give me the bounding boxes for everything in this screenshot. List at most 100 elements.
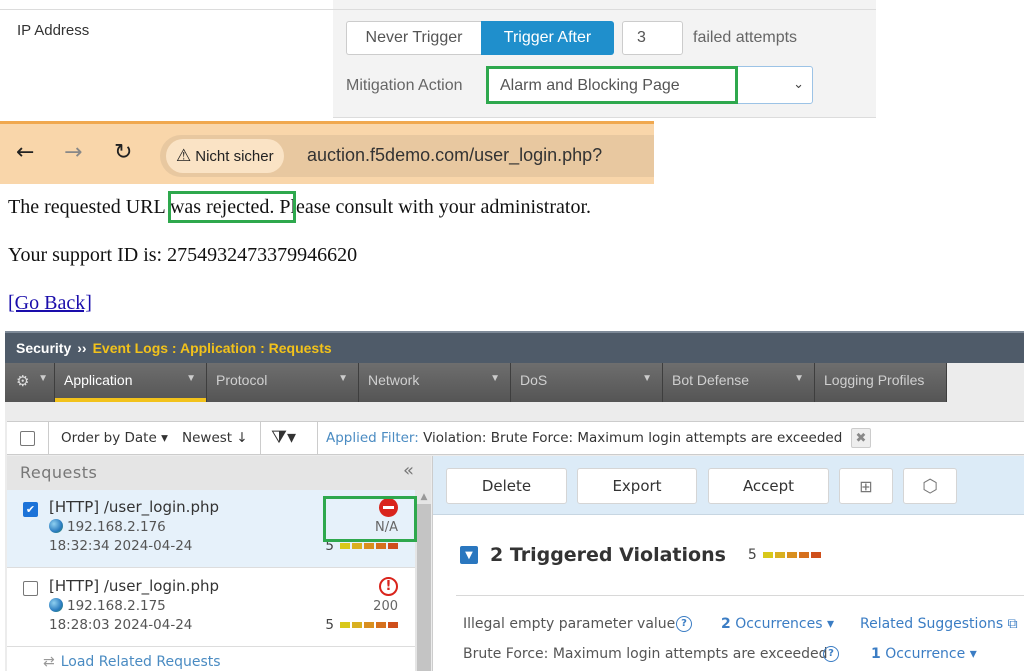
divider [333, 117, 876, 118]
mitigation-action-select[interactable]: Alarm and Blocking Page ⌄ [486, 66, 813, 104]
support-id-text: Your support ID is: 2754932473379946620 [8, 244, 358, 266]
delete-button[interactable]: Delete [446, 468, 567, 504]
breadcrumb-root[interactable]: Security [16, 340, 71, 356]
order-by-dropdown[interactable]: Order by Date ▾ [61, 430, 168, 446]
collapse-panel-icon[interactable]: « [403, 460, 414, 481]
severity-bar [340, 622, 398, 628]
url-text[interactable]: auction.f5demo.com/user_login.php? [307, 145, 602, 166]
warning-triangle-icon: ⚠ [176, 146, 192, 165]
help-icon[interactable]: ? [676, 616, 692, 632]
caret-down-icon: ▼ [490, 373, 500, 384]
related-suggestions-link[interactable]: Related Suggestions ⧉ [860, 616, 1018, 632]
tab-bot-defense[interactable]: Bot Defense ▼ [663, 363, 815, 402]
add-comment-button[interactable]: ⊞ [839, 468, 893, 504]
tab-dos[interactable]: DoS ▼ [511, 363, 663, 402]
trigger-after-button[interactable]: Trigger After [481, 21, 614, 55]
severity-segment [810, 552, 821, 558]
divider [456, 595, 1024, 596]
severity-segment [774, 552, 785, 558]
tab-bar: ⚙ ▼ Application ▼ Protocol ▼ Network ▼ D… [5, 363, 947, 402]
rejection-text-highlighted: L was rejected. [153, 196, 275, 218]
tab-settings[interactable]: ⚙ ▼ [5, 363, 55, 402]
load-related-label: Load Related Requests [60, 654, 221, 670]
violation-rating: 5 [748, 547, 821, 563]
occurrences-dropdown[interactable]: 1 Occurrence ▾ [871, 646, 977, 662]
request-ip-value: 192.168.2.176 [67, 519, 166, 535]
caret-down-icon: ▼ [338, 373, 348, 384]
occurrence-label: Occurrences ▾ [730, 616, 835, 632]
request-ip-value: 192.168.2.175 [67, 598, 166, 614]
gear-icon: ⚙ [16, 373, 30, 390]
swap-arrows-icon: ⇄ [43, 654, 55, 670]
severity-segment [340, 543, 350, 549]
breadcrumb-text: Security ›› Event Logs : Application : Req… [16, 340, 332, 356]
security-indicator[interactable]: ⚠ Nicht sicher [166, 139, 284, 173]
scroll-up-icon[interactable]: ▲ [417, 490, 431, 504]
occurrences-dropdown[interactable]: 2 Occurrences ▾ [721, 616, 834, 632]
blocked-icon [379, 498, 398, 517]
tab-label: DoS [520, 372, 548, 388]
collapse-toggle-icon[interactable]: ▼ [460, 546, 478, 564]
violations-header: ▼ 2 Triggered Violations 5 [460, 544, 821, 566]
applied-filter: Applied Filter: Violation: Brute Force: … [326, 430, 842, 446]
request-detail-panel: Delete Export Accept ⊞ ⬡ ▼ 2 Triggered V… [432, 456, 1024, 671]
breadcrumb-path: Event Logs : Application : Requests [92, 340, 332, 356]
severity-segment [786, 552, 797, 558]
violation-row: Brute Force: Maximum login attempts are … [463, 646, 828, 662]
tab-label: Logging Profiles [824, 372, 925, 388]
tab-logging-profiles[interactable]: Logging Profiles [815, 363, 947, 402]
reload-icon[interactable]: ↻ [114, 140, 132, 165]
failed-attempts-input[interactable]: 3 [622, 21, 683, 55]
caret-down-icon: ▼ [38, 373, 48, 384]
request-list-item[interactable]: [HTTP] /user_login.php 192.168.2.175 18:… [7, 569, 415, 647]
tab-label: Application [64, 372, 133, 388]
help-icon[interactable]: ? [823, 646, 839, 662]
address-bar[interactable]: ⚠ Nicht sicher auction.f5demo.com/user_l… [160, 135, 654, 177]
tab-application[interactable]: Application ▼ [55, 363, 207, 402]
request-url: [HTTP] /user_login.php [49, 498, 219, 516]
never-trigger-button[interactable]: Never Trigger [346, 21, 481, 55]
filter-bar: Order by Date ▾ Newest ↓ ⧩▾ Applied Filt… [7, 421, 1024, 455]
request-url: [HTTP] /user_login.php [49, 577, 219, 595]
export-button[interactable]: Export [577, 468, 697, 504]
request-checkbox[interactable] [23, 581, 38, 596]
tag-button[interactable]: ⬡ [903, 468, 957, 504]
accept-button[interactable]: Accept [708, 468, 829, 504]
violations-title: 2 Triggered Violations [490, 544, 726, 566]
request-checkbox[interactable]: ✔ [23, 502, 38, 517]
sort-direction-button[interactable]: Newest ↓ [182, 430, 248, 446]
filter-icon[interactable]: ⧩▾ [271, 427, 296, 448]
clear-filter-button[interactable]: ✖ [851, 428, 871, 448]
arrow-left-icon[interactable]: ← [16, 140, 34, 165]
tag-icon: ⬡ [922, 475, 938, 497]
severity-segment [376, 543, 386, 549]
severity-bar [340, 543, 398, 549]
request-list-scrollbar[interactable]: ▲ [417, 490, 431, 671]
divider [260, 422, 261, 454]
occurrence-count: 2 [721, 616, 731, 632]
select-all-checkbox[interactable] [20, 431, 35, 446]
globe-icon [49, 598, 63, 612]
rating-value: 5 [325, 538, 334, 554]
mitigation-action-label: Mitigation Action [346, 77, 463, 94]
tab-label: Bot Defense [672, 372, 750, 388]
arrow-right-icon[interactable]: → [64, 140, 82, 165]
applied-filter-value: Violation: Brute Force: Maximum login at… [418, 430, 843, 446]
request-list-item[interactable]: ✔ [HTTP] /user_login.php 192.168.2.176 1… [7, 490, 415, 568]
severity-segment [376, 622, 386, 628]
occurrence-label: Occurrence ▾ [880, 646, 977, 662]
occurrence-count: 1 [871, 646, 881, 662]
severity-segment [798, 552, 809, 558]
load-related-requests-link[interactable]: ⇄ Load Related Requests [43, 654, 221, 670]
browser-toolbar: ← → ↻ ⚠ Nicht sicher auction.f5demo.com/… [0, 121, 654, 184]
chevron-down-icon: ⌄ [793, 77, 804, 92]
tab-network[interactable]: Network ▼ [359, 363, 511, 402]
severity-segment [762, 552, 773, 558]
violation-row: Illegal empty parameter value [463, 616, 675, 632]
response-code: 200 [373, 599, 398, 614]
requests-title: Requests [20, 463, 98, 482]
tab-label: Network [368, 372, 420, 388]
go-back-line: [Go Back] [8, 292, 92, 315]
tab-protocol[interactable]: Protocol ▼ [207, 363, 359, 402]
go-back-link[interactable]: [Go Back] [8, 292, 92, 314]
